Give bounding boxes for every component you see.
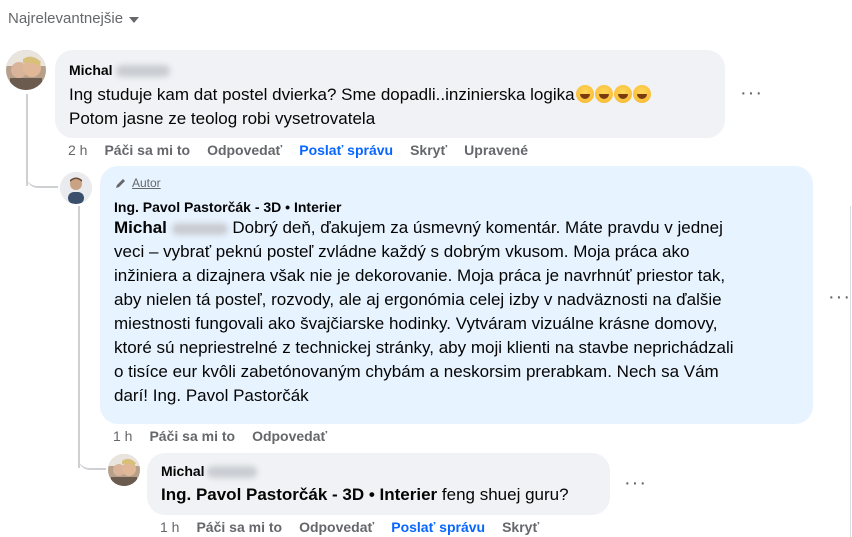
more-options-icon[interactable]: ··· xyxy=(828,286,851,309)
comment-actions: 2 h Páči sa mi to Odpovedať Poslať správ… xyxy=(68,142,528,158)
timestamp[interactable]: 1 h xyxy=(160,519,179,535)
caret-down-icon xyxy=(129,16,140,23)
comment-text-line2: Potom jasne ze teolog robi vysetrovatela xyxy=(69,109,376,128)
grin-emoji-icon xyxy=(613,85,632,103)
hide-button[interactable]: Skryť xyxy=(502,519,539,535)
reply-button[interactable]: Odpovedať xyxy=(299,519,374,535)
send-message-button[interactable]: Poslať správu xyxy=(299,142,393,158)
scrollbar-track[interactable] xyxy=(850,206,851,537)
sort-dropdown[interactable]: Najrelevantnejšie xyxy=(8,10,140,27)
more-options-icon[interactable]: ··· xyxy=(740,82,763,105)
grin-emoji-icon xyxy=(575,85,594,103)
blurred-surname xyxy=(116,65,171,78)
comment-text: Ing studuje kam dat postel dvierka? Sme … xyxy=(69,83,651,107)
like-button[interactable]: Páči sa mi to xyxy=(104,142,190,158)
blurred-surname xyxy=(206,466,257,479)
reply-button[interactable]: Odpovedať xyxy=(207,142,282,158)
comment-bubble: Autor Ing. Pavol Pastorčák - 3D • Interi… xyxy=(100,166,813,424)
grin-emoji-icon xyxy=(632,85,651,103)
thread-connector-nested xyxy=(78,452,106,470)
like-button[interactable]: Páči sa mi to xyxy=(149,428,235,444)
avatar[interactable] xyxy=(6,50,46,90)
comment-actions: 1 h Páči sa mi to Odpovedať xyxy=(113,428,327,444)
comment-author[interactable]: Michal xyxy=(69,62,171,78)
thread-line-nested xyxy=(78,206,80,468)
reply-button[interactable]: Odpovedať xyxy=(252,428,327,444)
author-badge-label: Autor xyxy=(132,176,161,190)
timestamp[interactable]: 1 h xyxy=(113,428,132,444)
like-button[interactable]: Páči sa mi to xyxy=(196,519,282,535)
comment-bubble: Michal Ing. Pavol Pastorčák - 3D • Inter… xyxy=(147,453,610,515)
comment-actions: 1 h Páči sa mi to Odpovedať Poslať správ… xyxy=(160,519,539,535)
pencil-icon xyxy=(116,179,125,188)
avatar[interactable] xyxy=(108,454,140,486)
mention-tag[interactable]: Michal xyxy=(114,218,228,237)
comment-bubble: Michal Ing studuje kam dat postel dvierk… xyxy=(55,50,725,138)
comment-author[interactable]: Ing. Pavol Pastorčák - 3D • Interier xyxy=(114,199,341,215)
mention-tag[interactable]: Ing. Pavol Pastorčák - 3D • Interier xyxy=(161,485,437,504)
comment-text: Ing. Pavol Pastorčák - 3D • Interier fen… xyxy=(161,485,569,504)
comment-author[interactable]: Michal xyxy=(161,463,257,479)
edited-label: Upravené xyxy=(464,142,528,158)
author-avatar[interactable] xyxy=(60,172,92,204)
timestamp[interactable]: 2 h xyxy=(68,142,87,158)
thread-connector xyxy=(26,172,58,188)
author-badge: Autor xyxy=(114,176,161,190)
comment-text: Michal Dobrý deň, ďakujem za úsmevný kom… xyxy=(114,218,734,405)
blurred-surname xyxy=(171,222,228,235)
sort-label: Najrelevantnejšie xyxy=(8,10,124,27)
hide-button[interactable]: Skryť xyxy=(410,142,447,158)
more-options-icon[interactable]: ··· xyxy=(624,472,647,495)
send-message-button[interactable]: Poslať správu xyxy=(391,519,485,535)
grin-emoji-icon xyxy=(594,85,613,103)
